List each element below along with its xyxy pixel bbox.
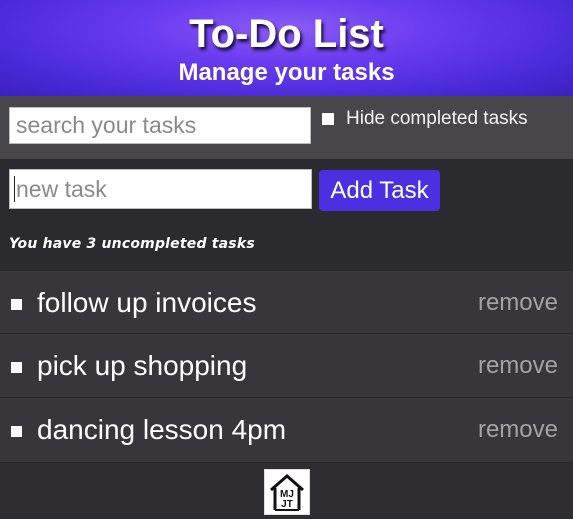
new-task-input[interactable]: [9, 169, 312, 209]
footer: MJ JT: [0, 462, 573, 518]
remove-task-button[interactable]: remove: [478, 416, 558, 444]
hide-completed-checkbox[interactable]: [322, 113, 334, 125]
uncompleted-count: You have 3 uncompleted tasks: [9, 236, 255, 252]
house-logo-graphic: MJ JT: [270, 474, 304, 511]
header: To-Do List Manage your tasks: [0, 0, 573, 96]
remove-task-button[interactable]: remove: [478, 289, 558, 317]
search-input[interactable]: [9, 107, 311, 144]
task-item: follow up invoices remove: [0, 270, 573, 333]
task-checkbox[interactable]: [11, 362, 22, 373]
task-checkbox[interactable]: [11, 299, 22, 310]
house-logo-icon[interactable]: MJ JT: [264, 469, 310, 515]
page-title: To-Do List: [189, 12, 384, 56]
task-text[interactable]: dancing lesson 4pm: [37, 413, 286, 447]
task-item: pick up shopping remove: [0, 333, 573, 397]
page-subtitle: Manage your tasks: [178, 59, 395, 86]
task-text[interactable]: pick up shopping: [37, 349, 247, 383]
task-text[interactable]: follow up invoices: [37, 286, 256, 320]
todo-app: To-Do List Manage your tasks Hide comple…: [0, 0, 573, 518]
hide-completed-label[interactable]: Hide completed tasks: [346, 107, 528, 131]
svg-text:JT: JT: [281, 499, 293, 510]
add-task-button[interactable]: Add Task: [319, 170, 440, 211]
task-item: dancing lesson 4pm remove: [0, 397, 573, 462]
text-caret: [14, 176, 15, 202]
task-list: follow up invoices remove pick up shoppi…: [0, 270, 573, 462]
task-checkbox[interactable]: [11, 426, 22, 437]
search-bar: Hide completed tasks: [0, 96, 573, 159]
remove-task-button[interactable]: remove: [478, 352, 558, 380]
